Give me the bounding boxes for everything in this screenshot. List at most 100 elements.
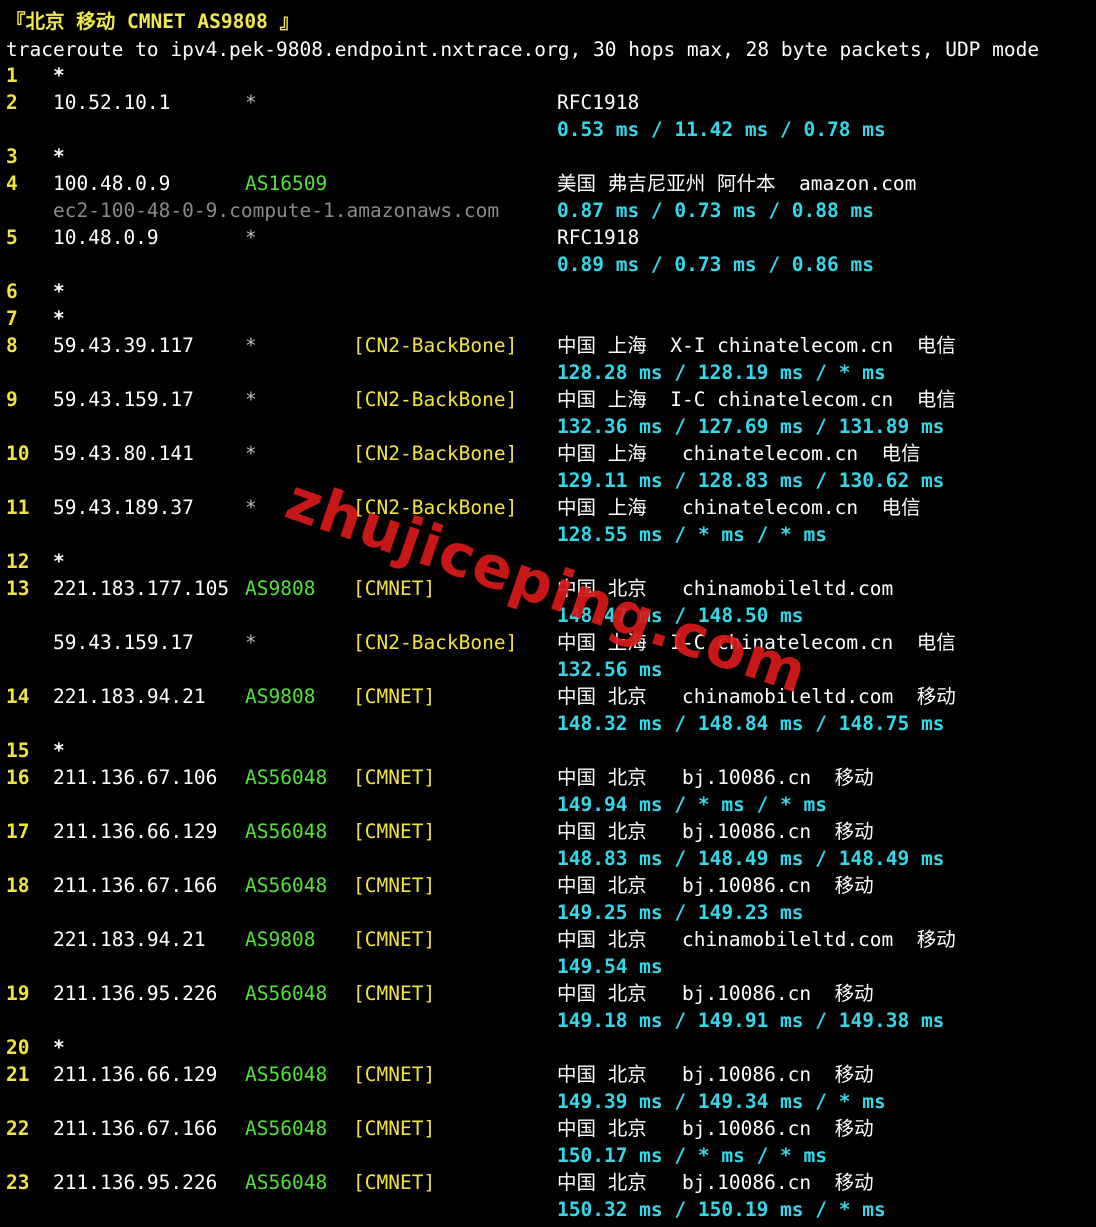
hop-network-tag: [CMNET] <box>353 982 436 1005</box>
hop-detail-row: 129.11 ms / 128.83 ms / 130.62 ms <box>0 467 1096 494</box>
hop-detail-row: 132.36 ms / 127.69 ms / 131.89 ms <box>0 413 1096 440</box>
hop-network-tag: [CN2-BackBone] <box>353 496 518 519</box>
hop-ip: 211.136.66.129 <box>53 820 218 843</box>
hop-rtt: 128.28 ms / 128.19 ms / * ms <box>557 361 886 384</box>
hop-number: 19 <box>6 982 30 1005</box>
hop-asn: AS56048 <box>245 766 328 789</box>
hop-rtt: 128.55 ms / * ms / * ms <box>557 523 828 546</box>
hop-row: 2 10.52.10.1 * RFC1918 <box>0 89 1096 116</box>
hop-detail-row: 149.39 ms / 149.34 ms / * ms <box>0 1088 1096 1115</box>
hop-row: 7 * <box>0 305 1096 332</box>
hop-number: 22 <box>6 1117 30 1140</box>
hop-ip: 59.43.80.141 <box>53 442 194 465</box>
hop-detail-row: 132.56 ms <box>0 656 1096 683</box>
hop-geo-info: 中国 北京 chinamobileltd.com 移动 <box>557 685 956 708</box>
hop-detail-row: 0.53 ms / 11.42 ms / 0.78 ms <box>0 116 1096 143</box>
hop-detail-row: 150.17 ms / * ms / * ms <box>0 1142 1096 1169</box>
hop-number: 7 <box>6 307 18 330</box>
hop-geo-info: 中国 北京 bj.10086.cn 移动 <box>557 1063 874 1086</box>
hop-asn: AS56048 <box>245 1117 328 1140</box>
hop-rtt: 149.18 ms / 149.91 ms / 149.38 ms <box>557 1009 945 1032</box>
hop-timeout: * <box>53 739 65 762</box>
hop-asn: * <box>245 631 257 654</box>
hop-row: 12 * <box>0 548 1096 575</box>
hop-ip: 211.136.67.166 <box>53 874 218 897</box>
hop-rtt: 150.32 ms / 150.19 ms / * ms <box>557 1198 886 1221</box>
hop-asn: AS56048 <box>245 982 328 1005</box>
hop-network-tag: [CMNET] <box>353 820 436 843</box>
hop-ip: 10.48.0.9 <box>53 226 159 249</box>
hop-rtt: 149.25 ms / 149.23 ms <box>557 901 804 924</box>
hop-row: 17 211.136.66.129 AS56048 [CMNET] 中国 北京 bj.1… <box>0 818 1096 845</box>
hop-ip: 59.43.159.17 <box>53 631 194 654</box>
hop-asn: AS9808 <box>245 928 316 951</box>
hop-detail-row: 148.83 ms / 148.49 ms / 148.49 ms <box>0 845 1096 872</box>
hop-number: 15 <box>6 739 30 762</box>
hop-row: 11 59.43.189.37 * [CN2-BackBone] 中国 上海 china… <box>0 494 1096 521</box>
hop-timeout: * <box>53 1036 65 1059</box>
hop-geo-info: 中国 北京 chinamobileltd.com <box>557 577 894 600</box>
hop-detail-row: 148.47 ms / 148.50 ms <box>0 602 1096 629</box>
hop-number: 12 <box>6 550 30 573</box>
hop-network-tag: [CN2-BackBone] <box>353 334 518 357</box>
hop-asn: AS56048 <box>245 820 328 843</box>
hop-geo-info: 中国 北京 chinamobileltd.com 移动 <box>557 928 956 951</box>
hop-asn: AS9808 <box>245 577 316 600</box>
header-title-line: 『北京 移动 CMNET AS9808 』 <box>0 8 299 35</box>
hop-geo-info: 中国 上海 I-C chinatelecom.cn 电信 <box>557 631 956 654</box>
hop-number: 4 <box>6 172 18 195</box>
hop-geo-info: 中国 北京 bj.10086.cn 移动 <box>557 1171 874 1194</box>
hop-network-tag: [CMNET] <box>353 766 436 789</box>
hop-ip: 211.136.95.226 <box>53 982 218 1005</box>
hop-rtt: 150.17 ms / * ms / * ms <box>557 1144 828 1167</box>
hop-network-tag: [CMNET] <box>353 685 436 708</box>
hop-number: 5 <box>6 226 18 249</box>
hop-timeout: * <box>53 307 65 330</box>
hop-number: 16 <box>6 766 30 789</box>
hop-row: 19 211.136.95.226 AS56048 [CMNET] 中国 北京 bj.1… <box>0 980 1096 1007</box>
hop-number: 2 <box>6 91 18 114</box>
hop-row: 18 211.136.67.166 AS56048 [CMNET] 中国 北京 bj.1… <box>0 872 1096 899</box>
hop-row: 59.43.159.17 * [CN2-BackBone] 中国 上海 I-C chi… <box>0 629 1096 656</box>
hop-asn: AS9808 <box>245 685 316 708</box>
hop-ip: 59.43.39.117 <box>53 334 194 357</box>
hop-detail-row: 128.28 ms / 128.19 ms / * ms <box>0 359 1096 386</box>
hop-geo-info: 中国 北京 bj.10086.cn 移动 <box>557 766 874 789</box>
hop-ip: 211.136.95.226 <box>53 1171 218 1194</box>
hop-asn: * <box>245 334 257 357</box>
hop-ip: 221.183.94.21 <box>53 928 206 951</box>
hop-number: 3 <box>6 145 18 168</box>
hop-row: 8 59.43.39.117 * [CN2-BackBone] 中国 上海 X-I ch… <box>0 332 1096 359</box>
hop-ip: 10.52.10.1 <box>53 91 171 114</box>
hop-row: 1 * <box>0 62 1096 89</box>
hop-asn: * <box>245 388 257 411</box>
hop-row: 6 * <box>0 278 1096 305</box>
hop-number: 21 <box>6 1063 30 1086</box>
hop-number: 8 <box>6 334 18 357</box>
hop-row: 14 221.183.94.21 AS9808 [CMNET] 中国 北京 chinam… <box>0 683 1096 710</box>
hop-timeout: * <box>53 145 65 168</box>
hop-network-tag: [CMNET] <box>353 1171 436 1194</box>
hop-geo-info: 中国 上海 I-C chinatelecom.cn 电信 <box>557 388 956 411</box>
hop-ip: 100.48.0.9 <box>53 172 171 195</box>
hop-number: 20 <box>6 1036 30 1059</box>
hop-rtt: 149.54 ms <box>557 955 663 978</box>
hop-number: 17 <box>6 820 30 843</box>
hop-number: 1 <box>6 64 18 87</box>
terminal-window: 『北京 移动 CMNET AS9808 』 traceroute to ipv4… <box>0 0 1096 1227</box>
hop-detail-row: 149.94 ms / * ms / * ms <box>0 791 1096 818</box>
hop-geo-info: RFC1918 <box>557 91 640 114</box>
command-line: traceroute to ipv4.pek-9808.endpoint.nxt… <box>0 36 1039 63</box>
hop-number: 13 <box>6 577 30 600</box>
hop-asn: * <box>245 226 257 249</box>
hop-rtt: 132.36 ms / 127.69 ms / 131.89 ms <box>557 415 945 438</box>
hop-geo-info: 中国 北京 bj.10086.cn 移动 <box>557 874 874 897</box>
hop-asn: AS16509 <box>245 172 328 195</box>
hop-row: 16 211.136.67.106 AS56048 [CMNET] 中国 北京 bj.1… <box>0 764 1096 791</box>
hop-number: 14 <box>6 685 30 708</box>
hop-geo-info: 中国 北京 bj.10086.cn 移动 <box>557 1117 874 1140</box>
hop-geo-info: 美国 弗吉尼亚州 阿什本 amazon.com <box>557 172 917 195</box>
hop-number: 23 <box>6 1171 30 1194</box>
hop-row: 22 211.136.67.166 AS56048 [CMNET] 中国 北京 bj.1… <box>0 1115 1096 1142</box>
hop-geo-info: RFC1918 <box>557 226 640 249</box>
